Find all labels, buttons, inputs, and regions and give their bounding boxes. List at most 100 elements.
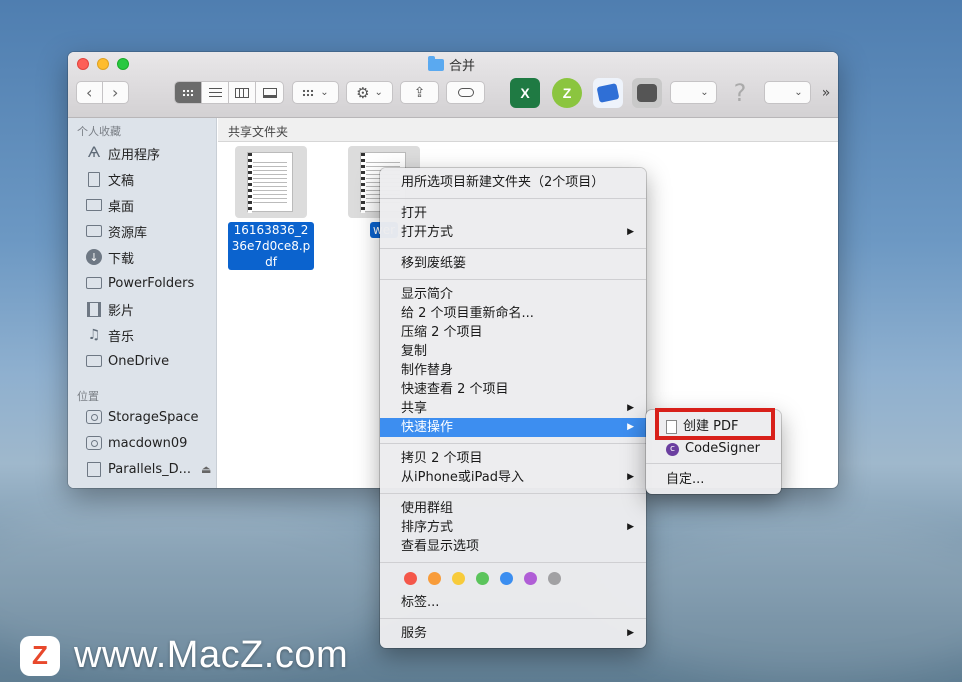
menu-separator	[380, 618, 646, 619]
gallery-icon	[262, 87, 277, 98]
excel-icon[interactable]: X	[510, 78, 540, 108]
sidebar-item-library[interactable]: 资源库	[86, 220, 147, 242]
menu-separator	[380, 443, 646, 444]
group-button[interactable]: ⌄	[292, 81, 339, 104]
sidebar-item-parallels[interactable]: Parallels_D... ⏏	[86, 458, 211, 480]
music-icon: ♫	[87, 327, 101, 343]
close-button[interactable]	[77, 58, 89, 70]
menu-item-open[interactable]: 打开	[380, 204, 646, 223]
menu-separator	[646, 463, 781, 464]
chevron-down-icon: ⌄	[374, 87, 383, 98]
toolbar: 合并 ‹ › ⌄ ⚙ ⌄ ⇪ X Z ⌄ ? ⌄ »	[68, 52, 838, 118]
path-header: 共享文件夹	[218, 118, 838, 142]
menu-item-import[interactable]: 从iPhone或iPad导入 ▶	[380, 468, 646, 487]
menu-item-quick-actions[interactable]: 快速操作 ▶	[380, 418, 646, 437]
forward-button[interactable]: ›	[103, 82, 128, 103]
menu-item-sort-by[interactable]: 排序方式 ▶	[380, 518, 646, 537]
folder-icon	[86, 225, 102, 237]
macz-logo: Z	[20, 635, 60, 676]
menu-item-tags[interactable]: 标签...	[380, 593, 646, 612]
menu-item-make-alias[interactable]: 制作替身	[380, 361, 646, 380]
file-item[interactable]: 16163836_236e7d0ce8.pdf	[223, 146, 319, 270]
sidebar-item-documents[interactable]: 文稿	[86, 168, 134, 190]
tag-red[interactable]	[404, 572, 417, 585]
disk-icon	[86, 410, 102, 424]
minimize-button[interactable]	[97, 58, 109, 70]
file-name: 16163836_236e7d0ce8.pdf	[228, 222, 314, 270]
submenu-arrow-icon: ▶	[627, 403, 634, 413]
tag-green[interactable]	[476, 572, 489, 585]
sidebar-item-storagespace[interactable]: StorageSpace	[86, 406, 198, 428]
tag-purple[interactable]	[524, 572, 537, 585]
zoom-button[interactable]	[117, 58, 129, 70]
column-view-button[interactable]	[229, 82, 256, 103]
menu-item-open-with[interactable]: 打开方式 ▶	[380, 223, 646, 242]
tag-orange[interactable]	[428, 572, 441, 585]
tag-yellow[interactable]	[452, 572, 465, 585]
menu-item-use-groups[interactable]: 使用群组	[380, 499, 646, 518]
menu-item-share[interactable]: 共享 ▶	[380, 399, 646, 418]
zy-app-icon[interactable]: Z	[552, 78, 582, 108]
desktop-icon	[86, 199, 102, 211]
menu-item-duplicate[interactable]: 复制	[380, 342, 646, 361]
back-button[interactable]: ‹	[77, 82, 103, 103]
list-view-button[interactable]	[202, 82, 229, 103]
action-button[interactable]: ⚙ ⌄	[346, 81, 393, 104]
share-button[interactable]: ⇪	[400, 81, 439, 104]
sidebar-item-music[interactable]: ♫ 音乐	[86, 324, 134, 346]
menu-item-get-info[interactable]: 显示简介	[380, 285, 646, 304]
help-icon[interactable]: ?	[726, 79, 754, 107]
menu-separator	[380, 562, 646, 563]
sidebar-item-onedrive[interactable]: OneDrive	[86, 350, 169, 372]
pdf-thumbnail	[235, 146, 307, 218]
tag-blue[interactable]	[500, 572, 513, 585]
folder-icon	[86, 355, 102, 367]
disk-icon	[86, 436, 102, 450]
dropdown-button[interactable]: ⌄	[764, 81, 811, 104]
eject-icon[interactable]: ⏏	[201, 463, 211, 476]
grid-icon	[302, 88, 315, 97]
disk-icon	[87, 461, 101, 477]
menu-item-compress[interactable]: 压缩 2 个项目	[380, 323, 646, 342]
sidebar-item-downloads[interactable]: ↓ 下载	[86, 246, 134, 268]
apps-icon: Ѧ	[87, 145, 101, 161]
submenu-arrow-icon: ▶	[627, 628, 634, 638]
document-icon	[88, 171, 100, 187]
tag-icon	[457, 88, 474, 97]
sidebar-item-applications[interactable]: Ѧ 应用程序	[86, 142, 160, 164]
list-icon	[208, 88, 222, 97]
folder-icon	[428, 55, 444, 71]
menu-item-copy[interactable]: 拷贝 2 个项目	[380, 449, 646, 468]
dropdown-button[interactable]: ⌄	[670, 81, 717, 104]
sidebar-item-powerfolders[interactable]: PowerFolders	[86, 272, 194, 294]
tag-gray[interactable]	[548, 572, 561, 585]
sidebar-item-movies[interactable]: 影片	[86, 298, 134, 320]
menu-item-quick-look[interactable]: 快速查看 2 个项目	[380, 380, 646, 399]
icon-view-button[interactable]	[175, 82, 202, 103]
submenu-arrow-icon: ▶	[627, 227, 634, 237]
sidebar-item-macdown09[interactable]: macdown09	[86, 432, 187, 454]
view-mode-control	[174, 81, 284, 104]
menu-item-codesigner[interactable]: c CodeSigner	[646, 439, 781, 459]
sidebar: 个人收藏 Ѧ 应用程序 文稿 桌面 资源库 ↓ 下载 PowerFolders 影片…	[68, 118, 217, 488]
menu-item-customize[interactable]: 自定...	[646, 470, 781, 490]
app-icon[interactable]	[593, 78, 623, 108]
chevron-down-icon: ⌄	[320, 87, 329, 98]
menu-item-view-options[interactable]: 查看显示选项	[380, 537, 646, 556]
robot-icon[interactable]	[632, 78, 662, 108]
gear-icon: ⚙	[356, 83, 370, 102]
menu-item-trash[interactable]: 移到废纸篓	[380, 254, 646, 273]
menu-item-services[interactable]: 服务 ▶	[380, 624, 646, 643]
window-title: 合并	[428, 55, 475, 74]
tag-button[interactable]	[446, 81, 485, 104]
watermark: Z www.MacZ.com	[20, 634, 348, 677]
menu-item-rename[interactable]: 给 2 个项目重新命名...	[380, 304, 646, 323]
sidebar-item-desktop[interactable]: 桌面	[86, 194, 134, 216]
sidebar-header-favorites: 个人收藏	[77, 125, 121, 138]
gallery-view-button[interactable]	[256, 82, 283, 103]
menu-item-new-folder[interactable]: 用所选项目新建文件夹（2个项目）	[380, 173, 646, 192]
overflow-icon[interactable]: »	[816, 81, 836, 104]
nav-buttons: ‹ ›	[76, 81, 129, 104]
submenu-arrow-icon: ▶	[627, 472, 634, 482]
movie-icon	[87, 301, 101, 317]
